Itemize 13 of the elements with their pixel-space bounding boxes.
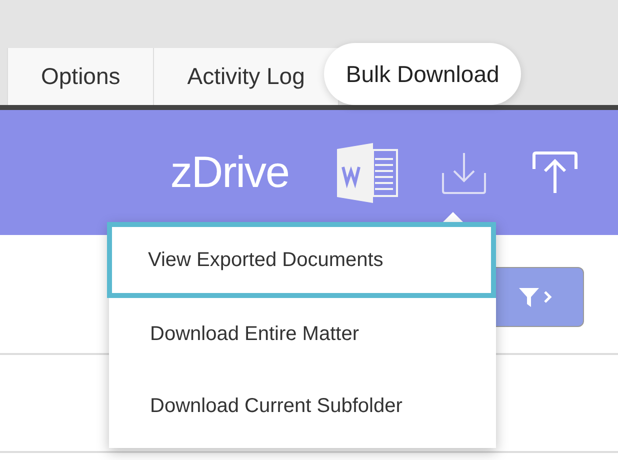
word-document-button[interactable] [337, 142, 399, 202]
menu-item[interactable]: Download Entire Matter [109, 298, 496, 370]
menu-item[interactable]: Download Current Subfolder [109, 370, 496, 442]
zdrive-logo: zDrive [170, 148, 289, 198]
menu-item[interactable]: View Exported Documents [107, 222, 496, 298]
download-button[interactable] [441, 150, 487, 194]
tab[interactable]: Bulk Download [324, 43, 522, 105]
word-icon [337, 142, 399, 202]
tab[interactable]: Activity Log [153, 48, 339, 105]
upload-icon [532, 150, 578, 194]
upload-button[interactable] [532, 150, 578, 194]
download-icon [441, 150, 487, 194]
tab[interactable]: Options [7, 48, 154, 105]
